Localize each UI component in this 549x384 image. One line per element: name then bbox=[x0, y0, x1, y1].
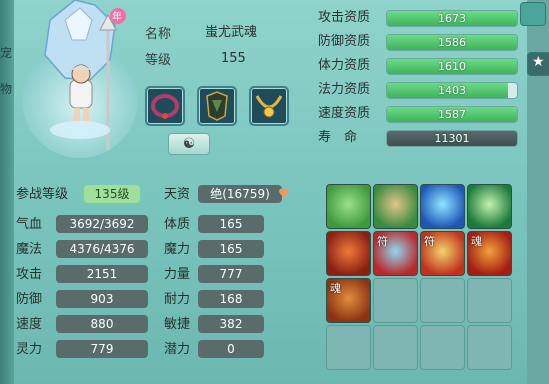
talent-label: 天资 bbox=[164, 187, 191, 202]
equip-slot-necklace[interactable] bbox=[249, 86, 289, 126]
str-label: 力量 bbox=[164, 267, 191, 282]
aptitude-bar: 1610 bbox=[386, 58, 518, 75]
armor-icon bbox=[206, 91, 228, 121]
mp-value: 4376/4376 bbox=[56, 240, 148, 258]
aptitude-value: 1586 bbox=[438, 36, 466, 49]
talent-value: 绝(16759) bbox=[198, 185, 282, 203]
aptitude-label: 攻击资质 bbox=[318, 10, 371, 25]
skill-slot[interactable] bbox=[326, 184, 371, 229]
aptitude-bar: 1403 bbox=[386, 82, 518, 99]
aptitude-bar: 1673 bbox=[386, 10, 518, 27]
star-button[interactable]: ★ bbox=[527, 52, 549, 76]
green-hand-skill-icon bbox=[468, 185, 511, 228]
end-value: 168 bbox=[198, 290, 264, 308]
end-label: 耐力 bbox=[164, 292, 191, 307]
red-slash-skill-icon bbox=[327, 232, 370, 275]
skill-glyph: 符 bbox=[424, 235, 435, 248]
aptitude-value: 1587 bbox=[438, 108, 466, 121]
skill-glyph: 符 bbox=[377, 235, 388, 248]
name-row: 名称 蚩尤武魂 bbox=[145, 22, 305, 44]
necklace-icon bbox=[255, 95, 283, 118]
empty-skill-slot[interactable] bbox=[467, 278, 512, 323]
hp-label: 气血 bbox=[16, 217, 43, 232]
empty-skill-slot[interactable] bbox=[420, 325, 465, 370]
atk-label: 攻击 bbox=[16, 267, 43, 282]
level-row: 等级 155 bbox=[145, 48, 305, 70]
skill-slot[interactable]: 魂 bbox=[326, 278, 371, 323]
aptitude-value: 1673 bbox=[438, 12, 466, 25]
spirit-label: 灵力 bbox=[16, 342, 43, 357]
green-figure-skill-icon bbox=[327, 185, 370, 228]
aptitude-value: 1610 bbox=[438, 60, 466, 73]
spd-label: 速度 bbox=[16, 317, 43, 332]
collar-icon bbox=[151, 94, 179, 119]
agi-value: 382 bbox=[198, 315, 264, 333]
spirit-value: 779 bbox=[56, 340, 148, 358]
aptitude-bar: 1586 bbox=[386, 34, 518, 51]
name-label: 名称 bbox=[145, 27, 172, 42]
level-label: 等级 bbox=[145, 53, 172, 68]
mag-value: 165 bbox=[198, 240, 264, 258]
equip-slot-collar[interactable] bbox=[145, 86, 185, 126]
aptitude-bar: 11301 bbox=[386, 130, 518, 147]
yin-yang-icon: ☯ bbox=[182, 136, 196, 152]
pot-label: 潜力 bbox=[164, 342, 191, 357]
talisman-skill-icon: 符 bbox=[374, 232, 417, 275]
skill-slot[interactable]: 符 bbox=[373, 231, 418, 276]
pet-level: 155 bbox=[221, 51, 246, 66]
side-tab-strip: 宠 物 bbox=[0, 0, 14, 384]
pot-value: 0 bbox=[198, 340, 264, 358]
new-year-badge: 年 bbox=[112, 12, 122, 23]
battle-level-label: 参战等级 bbox=[16, 187, 69, 202]
heart-icon: ♥ bbox=[278, 187, 290, 202]
aptitude-bar: 1587 bbox=[386, 106, 518, 123]
equip-slot-armor[interactable] bbox=[197, 86, 237, 126]
skill-slot[interactable] bbox=[420, 184, 465, 229]
skill-slot[interactable]: 符 bbox=[420, 231, 465, 276]
side-tab-label[interactable]: 物 bbox=[0, 80, 12, 97]
aptitude-label: 防御资质 bbox=[318, 34, 371, 49]
skill-glyph: 魂 bbox=[471, 235, 482, 248]
atk-value: 2151 bbox=[56, 265, 148, 283]
empty-skill-slot[interactable] bbox=[373, 325, 418, 370]
aptitude-label: 法力资质 bbox=[318, 82, 371, 97]
pet-name: 蚩尤武魂 bbox=[205, 25, 258, 40]
def-value: 903 bbox=[56, 290, 148, 308]
aptitude-value: 1403 bbox=[438, 84, 466, 97]
con-label: 体质 bbox=[164, 217, 191, 232]
pet-portrait bbox=[22, 0, 138, 158]
skill-slot[interactable] bbox=[326, 231, 371, 276]
aptitude-label: 速度资质 bbox=[318, 106, 371, 121]
mag-label: 魔力 bbox=[164, 242, 191, 257]
spd-value: 880 bbox=[56, 315, 148, 333]
aptitude-value: 11301 bbox=[434, 132, 470, 145]
empty-skill-slot[interactable] bbox=[420, 278, 465, 323]
empty-skill-slot[interactable] bbox=[467, 325, 512, 370]
star-icon: ★ bbox=[532, 54, 545, 70]
aptitude-label: 寿 命 bbox=[318, 130, 358, 145]
def-label: 防御 bbox=[16, 292, 43, 307]
blue-burst-skill-icon bbox=[421, 185, 464, 228]
skill-glyph: 魂 bbox=[330, 282, 341, 295]
aptitude-label: 体力资质 bbox=[318, 58, 371, 73]
empty-skill-slot[interactable] bbox=[373, 278, 418, 323]
skill-slot[interactable]: 魂 bbox=[467, 231, 512, 276]
con-value: 165 bbox=[198, 215, 264, 233]
agi-label: 敏捷 bbox=[164, 317, 191, 332]
empty-skill-slot[interactable] bbox=[326, 325, 371, 370]
mp-label: 魔法 bbox=[16, 242, 43, 257]
hp-value: 3692/3692 bbox=[56, 215, 148, 233]
side-tab-label[interactable]: 宠 bbox=[0, 44, 12, 61]
talisman-fire-skill-icon: 符 bbox=[421, 232, 464, 275]
soul-burst-skill-icon: 魂 bbox=[468, 232, 511, 275]
skill-slot[interactable] bbox=[467, 184, 512, 229]
skill-slot[interactable] bbox=[373, 184, 418, 229]
soul-warrior-skill-icon: 魂 bbox=[327, 279, 370, 322]
battle-level-value: 135级 bbox=[84, 185, 140, 203]
yin-yang-button[interactable]: ☯ bbox=[168, 133, 210, 155]
str-value: 777 bbox=[198, 265, 264, 283]
scroll-skill-icon bbox=[374, 185, 417, 228]
corner-button-top[interactable] bbox=[520, 2, 546, 26]
